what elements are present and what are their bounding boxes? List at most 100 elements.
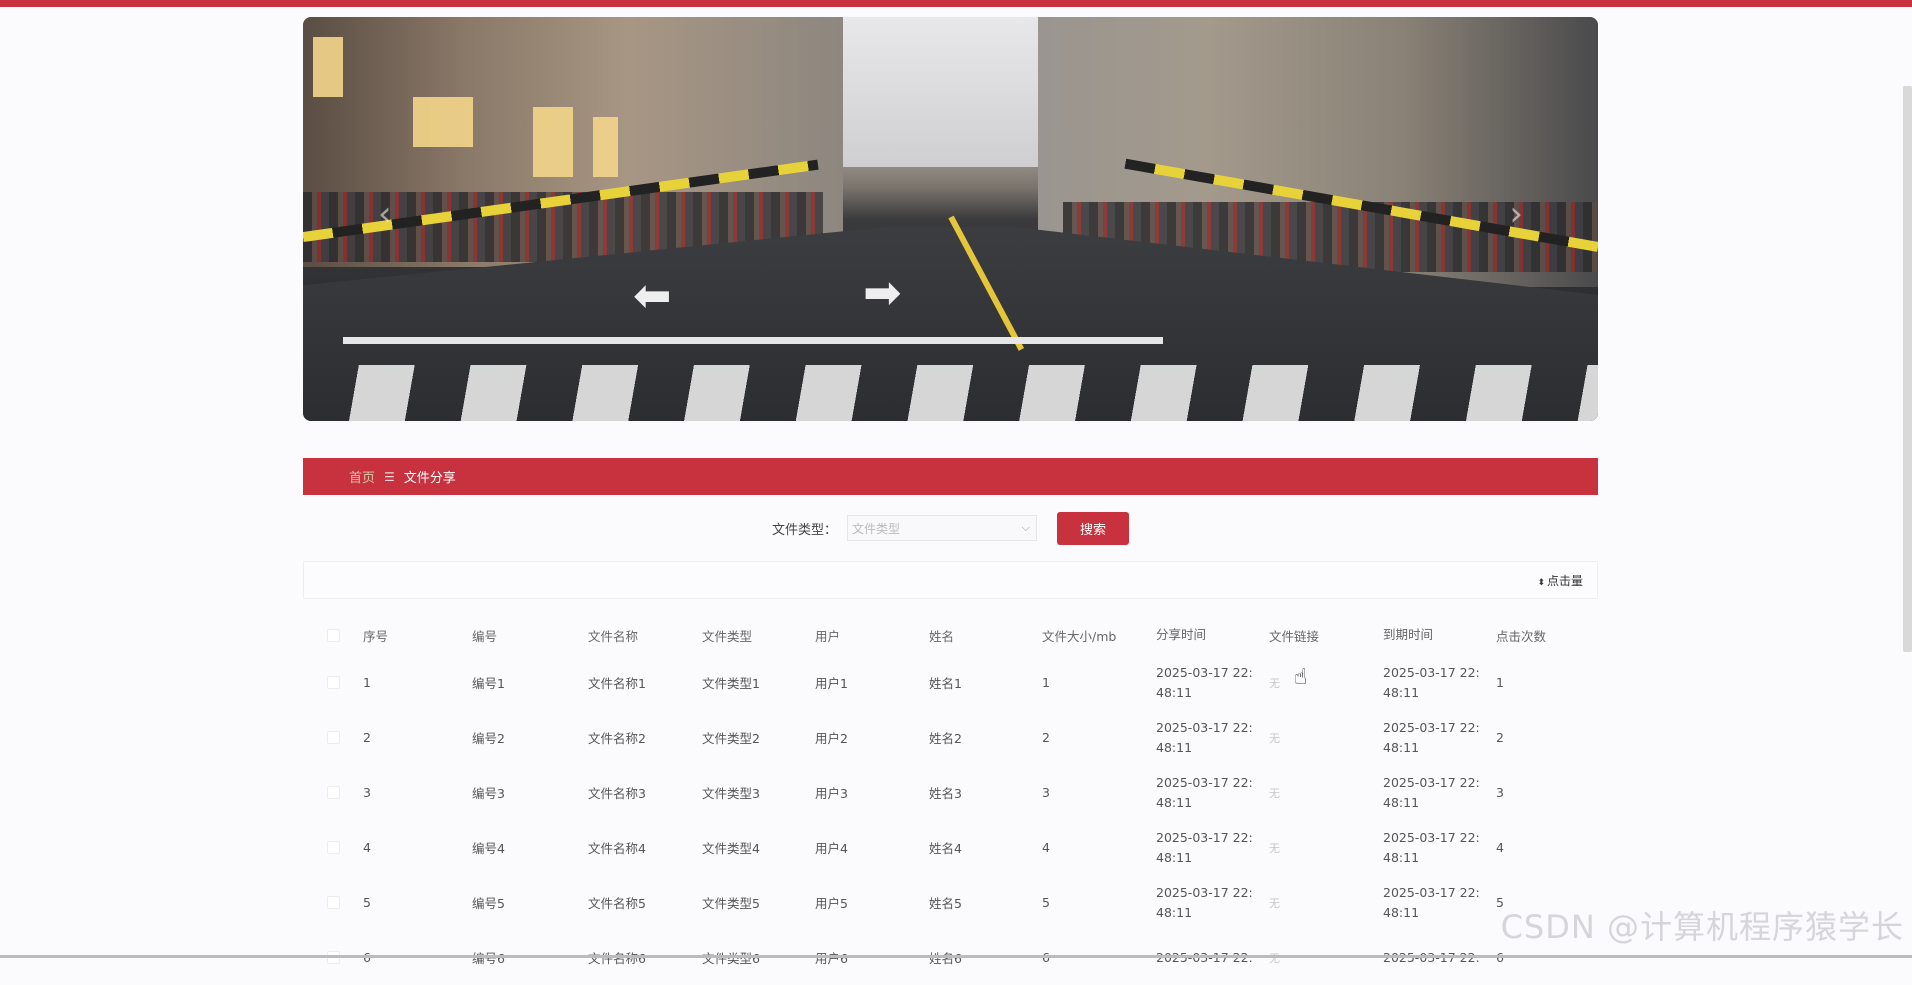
file-link-value: 无 — [1269, 897, 1280, 910]
share-clock: 48:11 — [1156, 793, 1269, 813]
sort-caret-icon: ⬍ — [1537, 578, 1545, 588]
expire-date: 2025-03-17 22: — [1383, 718, 1496, 738]
header-real-name: 姓名 — [929, 626, 1042, 645]
cell-file-type: 文件类型2 — [702, 728, 815, 747]
banner-image-road-arrow-left: ⬅ — [633, 272, 672, 318]
search-bar: 文件类型： 文件类型 ⌵ 搜索 — [303, 513, 1598, 543]
share-clock: 48:11 — [1156, 848, 1269, 868]
table-row[interactable]: 1 编号1 文件名称1 文件类型1 用户1 姓名1 1 2025-03-17 2… — [303, 655, 1598, 710]
select-all-checkbox-cell — [303, 629, 363, 642]
mouse-pointer-hand-icon: ☝ — [1294, 665, 1307, 690]
cell-file-link: 无 — [1269, 840, 1383, 856]
cell-user: 用户1 — [815, 673, 929, 692]
select-all-checkbox[interactable] — [327, 629, 340, 642]
expire-clock: 48:11 — [1383, 793, 1496, 813]
chevron-down-icon: ⌵ — [1022, 521, 1030, 535]
share-clock: 48:11 — [1156, 903, 1269, 923]
cell-click-count: 4 — [1496, 840, 1596, 855]
sort-bar: ⬍点击量 — [303, 561, 1598, 599]
table-row[interactable]: 2 编号2 文件名称2 文件类型2 用户2 姓名2 2 2025-03-17 2… — [303, 710, 1598, 765]
row-checkbox-cell — [303, 731, 363, 744]
file-type-label: 文件类型： — [772, 519, 837, 538]
cell-user: 用户5 — [815, 893, 929, 912]
file-link-value: 无 — [1269, 677, 1280, 690]
file-link-value: 无 — [1269, 732, 1280, 745]
table-body: 1 编号1 文件名称1 文件类型1 用户1 姓名1 1 2025-03-17 2… — [303, 655, 1598, 985]
row-checkbox-cell — [303, 896, 363, 909]
header-file-name: 文件名称 — [588, 626, 702, 645]
share-date: 2025-03-17 22: — [1156, 718, 1269, 738]
top-accent-bar — [0, 0, 1912, 7]
cell-real-name: 姓名3 — [929, 783, 1042, 802]
banner-image-sky — [843, 17, 1063, 167]
share-clock: 48:11 — [1156, 738, 1269, 758]
cell-number: 编号5 — [472, 893, 588, 912]
sort-by-clicks-label: 点击量 — [1547, 574, 1583, 588]
row-checkbox-cell — [303, 786, 363, 799]
page-scrollbar[interactable] — [1903, 86, 1912, 652]
file-link-value: 无 — [1269, 842, 1280, 855]
cell-number: 编号4 — [472, 838, 588, 857]
cell-expire-time: 2025-03-17 22:48:11 — [1383, 883, 1496, 923]
banner-image-crosswalk — [303, 365, 1598, 421]
cell-file-size: 1 — [1042, 675, 1156, 690]
expire-clock: 48:11 — [1383, 848, 1496, 868]
header-file-size: 文件大小/mb — [1042, 626, 1156, 645]
cell-file-type: 文件类型4 — [702, 838, 815, 857]
cell-file-type: 文件类型3 — [702, 783, 815, 802]
cell-file-link: 无 — [1269, 895, 1383, 911]
expire-date: 2025-03-17 22: — [1383, 663, 1496, 683]
sort-by-clicks-button[interactable]: ⬍点击量 — [1537, 572, 1583, 589]
cell-share-time: 2025-03-17 22:48:11 — [1156, 883, 1269, 923]
header-number: 编号 — [472, 626, 588, 645]
cell-index: 4 — [363, 840, 472, 855]
cell-share-time: 2025-03-17 22:48:11 — [1156, 828, 1269, 868]
row-checkbox-cell — [303, 676, 363, 689]
row-checkbox[interactable] — [327, 786, 340, 799]
cell-expire-time: 2025-03-17 22:48:11 — [1383, 773, 1496, 813]
row-checkbox[interactable] — [327, 676, 340, 689]
header-share-time: 分享时间 — [1156, 625, 1269, 645]
expire-date: 2025-03-17 22: — [1383, 883, 1496, 903]
breadcrumb: 首页 ☰ 文件分享 — [303, 458, 1598, 495]
cell-file-name: 文件名称3 — [588, 783, 702, 802]
header-file-type: 文件类型 — [702, 626, 815, 645]
cell-click-count: 2 — [1496, 730, 1596, 745]
breadcrumb-current: 文件分享 — [404, 467, 456, 486]
row-checkbox[interactable] — [327, 896, 340, 909]
main-container: ⬅ ➡ ‹ › 首页 ☰ 文件分享 文件类型： 文件类型 ⌵ 搜索 ⬍点击量 序… — [303, 17, 1598, 985]
table-row[interactable]: 5 编号5 文件名称5 文件类型5 用户5 姓名5 5 2025-03-17 2… — [303, 875, 1598, 930]
share-clock: 48:11 — [1156, 683, 1269, 703]
cell-number: 编号3 — [472, 783, 588, 802]
cell-file-link: 无 — [1269, 675, 1383, 691]
row-checkbox[interactable] — [327, 841, 340, 854]
cell-real-name: 姓名1 — [929, 673, 1042, 692]
cell-number: 编号1 — [472, 673, 588, 692]
banner-carousel[interactable]: ⬅ ➡ ‹ › — [303, 17, 1598, 421]
file-type-select[interactable]: 文件类型 ⌵ — [847, 515, 1037, 541]
cell-file-name: 文件名称2 — [588, 728, 702, 747]
share-date: 2025-03-17 22: — [1156, 663, 1269, 683]
table-header-row: 序号 编号 文件名称 文件类型 用户 姓名 文件大小/mb 分享时间 文件链接 … — [303, 615, 1598, 655]
cell-file-name: 文件名称1 — [588, 673, 702, 692]
file-link-value: 无 — [1269, 787, 1280, 800]
cell-expire-time: 2025-03-17 22:48:11 — [1383, 663, 1496, 703]
row-checkbox[interactable] — [327, 731, 340, 744]
search-button[interactable]: 搜索 — [1057, 512, 1129, 545]
table-row[interactable]: 4 编号4 文件名称4 文件类型4 用户4 姓名4 4 2025-03-17 2… — [303, 820, 1598, 875]
cell-real-name: 姓名2 — [929, 728, 1042, 747]
breadcrumb-separator-icon: ☰ — [384, 470, 395, 484]
table-row[interactable]: 3 编号3 文件名称3 文件类型3 用户3 姓名3 3 2025-03-17 2… — [303, 765, 1598, 820]
row-checkbox-cell — [303, 841, 363, 854]
header-index: 序号 — [363, 626, 472, 645]
breadcrumb-home-link[interactable]: 首页 — [349, 467, 375, 486]
share-date: 2025-03-17 22: — [1156, 773, 1269, 793]
file-type-placeholder: 文件类型 — [850, 520, 900, 537]
cell-number: 编号2 — [472, 728, 588, 747]
cell-file-size: 4 — [1042, 840, 1156, 855]
expire-clock: 48:11 — [1383, 683, 1496, 703]
banner-next-chevron-right-icon[interactable]: › — [1509, 197, 1523, 231]
banner-prev-chevron-left-icon[interactable]: ‹ — [378, 197, 392, 231]
cell-click-count: 3 — [1496, 785, 1596, 800]
cell-real-name: 姓名5 — [929, 893, 1042, 912]
